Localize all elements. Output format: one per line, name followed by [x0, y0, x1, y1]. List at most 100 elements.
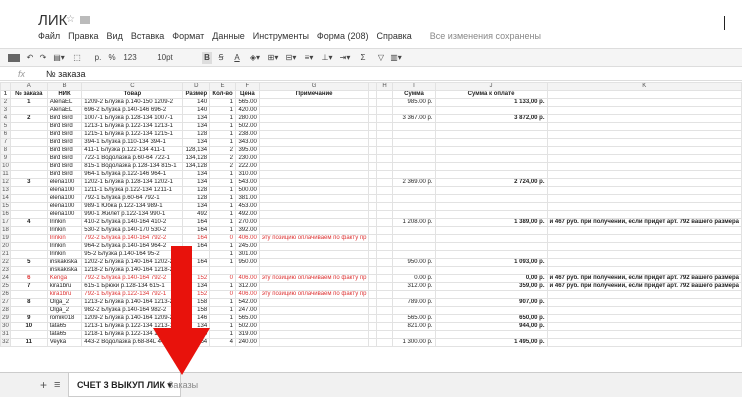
row-header[interactable]: 27	[0, 298, 11, 307]
sheet-list-icon[interactable]: ≡	[54, 373, 60, 397]
cell[interactable]: 1	[209, 170, 236, 179]
cell[interactable]: 443-2 Водолазка р.68-84L 443-2	[81, 338, 184, 347]
cell[interactable]	[375, 146, 394, 155]
menu-item[interactable]: Вид	[107, 31, 123, 41]
cell[interactable]	[546, 298, 742, 307]
cell[interactable]: 152	[182, 290, 211, 299]
cell[interactable]	[9, 162, 48, 171]
merge-icon[interactable]: ⊟▾	[284, 52, 298, 64]
cell[interactable]	[258, 98, 370, 107]
row-header[interactable]: 15	[0, 202, 11, 211]
cell[interactable]	[546, 162, 742, 171]
cell[interactable]: 140	[182, 98, 211, 107]
cell[interactable]: 2	[209, 154, 236, 163]
menu-item[interactable]: Правка	[68, 31, 98, 41]
cell[interactable]: 1	[209, 194, 236, 203]
cell[interactable]	[368, 250, 377, 259]
cell[interactable]	[9, 202, 48, 211]
row-header[interactable]: 18	[0, 226, 11, 235]
formula-input[interactable]: № заказа	[46, 69, 85, 79]
cell[interactable]	[9, 186, 48, 195]
cell[interactable]	[375, 218, 394, 227]
cell[interactable]	[392, 130, 436, 139]
cell[interactable]	[368, 282, 377, 291]
cell[interactable]: Irinkin	[46, 218, 83, 227]
cell[interactable]: 134	[182, 202, 211, 211]
cell[interactable]: 1	[209, 186, 236, 195]
cell[interactable]: 6	[9, 274, 48, 283]
cell[interactable]	[9, 146, 48, 155]
cell[interactable]: 4	[209, 338, 236, 347]
cell[interactable]: Кол-во	[209, 90, 236, 99]
cell[interactable]	[392, 202, 436, 211]
cell[interactable]: 792-2 Блузка р.140-164 792-2	[81, 234, 184, 243]
cell[interactable]: 530-2 Блузка р.140-170 530-2	[81, 226, 184, 235]
cell[interactable]	[258, 186, 370, 195]
cell[interactable]: и 467 руб. при получении, если придет ар…	[546, 282, 742, 291]
cell[interactable]: 696-2 Блузка р.140-146 696-2	[81, 106, 184, 115]
cell[interactable]: и 467 руб. при получении, если придет ар…	[546, 274, 742, 283]
cell[interactable]: 4	[9, 218, 48, 227]
row-header[interactable]: 11	[0, 170, 11, 179]
cell[interactable]: 1	[9, 98, 48, 107]
cell[interactable]: 1202-2 Блузка р.140-164 1202-2	[81, 258, 184, 267]
cell[interactable]: 1	[209, 106, 236, 115]
cell[interactable]	[546, 146, 742, 155]
cell[interactable]: 134	[182, 322, 211, 331]
cell[interactable]: 0	[209, 234, 236, 243]
cell[interactable]: 1	[209, 242, 236, 251]
cell[interactable]: 500.00	[234, 186, 260, 195]
cell[interactable]: 5	[9, 258, 48, 267]
cell[interactable]: 128	[182, 130, 211, 139]
cell[interactable]: 134	[182, 138, 211, 147]
cell[interactable]	[258, 282, 370, 291]
cell[interactable]: kira1bru	[46, 282, 83, 291]
cell[interactable]	[392, 210, 436, 219]
row-header[interactable]: 16	[0, 210, 11, 219]
cell[interactable]	[546, 306, 742, 315]
row-header[interactable]: 1	[0, 90, 11, 99]
cell[interactable]	[392, 122, 436, 131]
cell[interactable]: 134	[182, 114, 211, 123]
cell[interactable]: 1	[209, 178, 236, 187]
cell[interactable]: 134	[182, 122, 211, 131]
cell[interactable]	[546, 330, 742, 339]
percent-button[interactable]: %	[108, 52, 116, 64]
cell[interactable]: 1 208.00 р.	[392, 218, 436, 227]
cell[interactable]: 1	[209, 306, 236, 315]
cell[interactable]: Veyka	[46, 338, 83, 347]
cell[interactable]	[9, 330, 48, 339]
cell[interactable]: Bird Bird	[46, 146, 83, 155]
column-header[interactable]: C	[81, 82, 184, 91]
add-sheet-icon[interactable]: +	[40, 373, 47, 397]
cell[interactable]	[392, 306, 436, 315]
cell[interactable]	[9, 250, 48, 259]
cell[interactable]: 134	[182, 178, 211, 187]
cell[interactable]: 319.00	[234, 330, 260, 339]
document-title[interactable]: ЛИК	[38, 12, 67, 29]
column-header[interactable]: E	[209, 82, 236, 91]
cell[interactable]	[375, 290, 394, 299]
cell[interactable]	[375, 122, 394, 131]
cell[interactable]	[434, 194, 548, 203]
cell[interactable]: Irinkin	[46, 250, 83, 259]
cell[interactable]: 2	[209, 162, 236, 171]
row-header[interactable]: 29	[0, 314, 11, 323]
cell[interactable]: 1	[209, 314, 236, 323]
cell[interactable]: 7	[9, 282, 48, 291]
cell[interactable]	[392, 250, 436, 259]
cell[interactable]: 134	[182, 282, 211, 291]
cell[interactable]	[375, 154, 394, 163]
row-header[interactable]: 14	[0, 194, 11, 203]
cell[interactable]	[546, 90, 742, 99]
cell[interactable]	[392, 266, 436, 275]
cell[interactable]	[434, 202, 548, 211]
cell[interactable]: 134,128	[182, 154, 211, 163]
cell[interactable]	[375, 202, 394, 211]
cell[interactable]: 3	[9, 178, 48, 187]
cell[interactable]: Irinkin	[46, 242, 83, 251]
cell[interactable]: 1	[209, 322, 236, 331]
cell[interactable]: iriskakiska	[46, 266, 83, 275]
cell[interactable]: 1007-1 Блузка р.128-134 1007-1	[81, 114, 184, 123]
cell[interactable]: 964-2 Блузка р.140-164 964-2	[81, 242, 184, 251]
